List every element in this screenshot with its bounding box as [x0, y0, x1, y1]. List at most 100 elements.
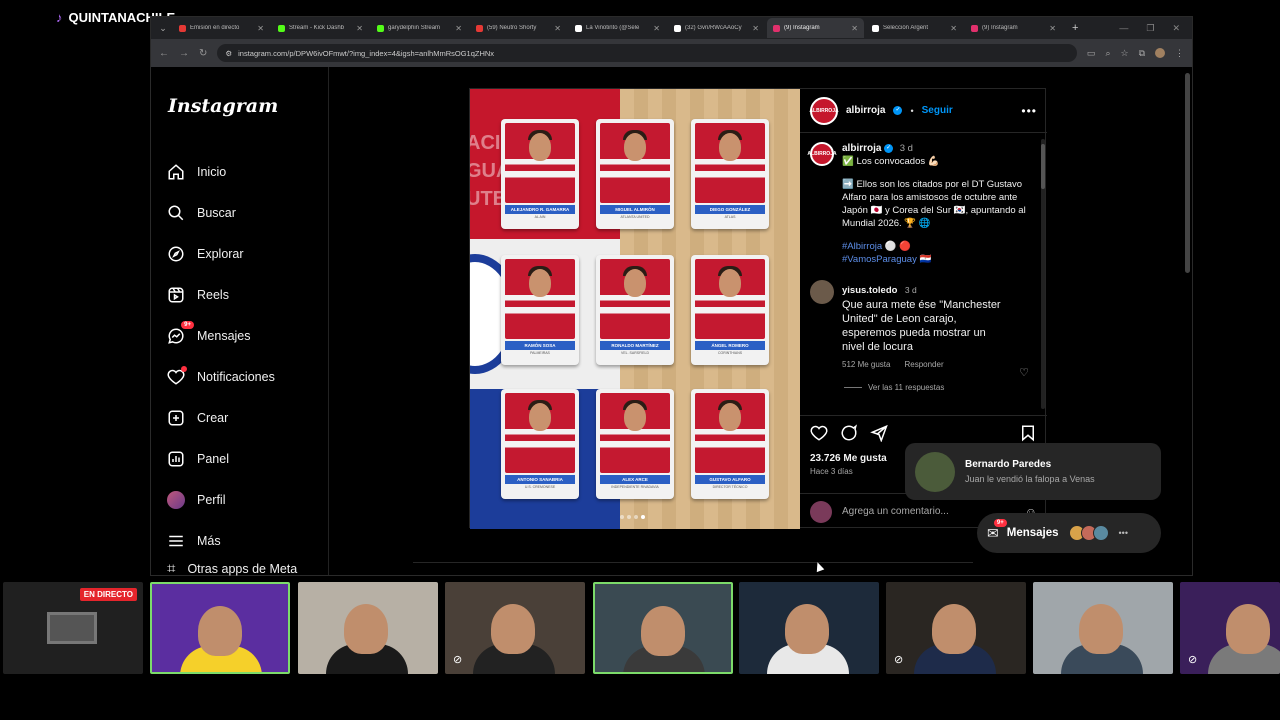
caption: ALBIRROJA albirroja ✓ 3 d ✅ Los convocad…	[807, 142, 1037, 266]
tab-close-icon[interactable]: ✕	[950, 24, 957, 33]
share-icon[interactable]	[870, 424, 888, 447]
tab-close-icon[interactable]: ✕	[851, 24, 858, 33]
hashtag-link[interactable]: #Albirroja ⚪ 🔴	[842, 240, 1037, 253]
reply-button[interactable]: Responder	[904, 360, 943, 369]
player-card: ALEJANDRO R. GAMARRA AL AIN	[501, 119, 579, 229]
stream-cameras: EN DIRECTO ⊘ ⊘ ⊘	[0, 582, 1280, 676]
view-replies-link[interactable]: Ver las 11 respuestas	[844, 383, 1037, 392]
webcam-feed	[150, 582, 290, 674]
sidebar-item-explorar[interactable]: Explorar	[167, 233, 275, 274]
like-heart-icon[interactable]	[810, 424, 828, 447]
site-info-icon[interactable]: ⚙	[225, 49, 232, 58]
browser-tab[interactable]: Stream - Kick Dashb ✕	[272, 18, 369, 38]
sidebar-item-perfil[interactable]: Perfil	[167, 479, 275, 520]
comment-input[interactable]: Agrega un comentario...	[842, 506, 949, 517]
player-name: ALEX ARCE	[600, 475, 670, 484]
live-badge: EN DIRECTO	[79, 588, 137, 601]
avatar[interactable]: ALBIRROJA	[807, 142, 837, 166]
player-name: ALEJANDRO R. GAMARRA	[505, 205, 575, 214]
zoom-icon[interactable]: ⌕	[1105, 48, 1110, 59]
messenger-icon: ✉ 9+	[987, 518, 1007, 542]
avatar[interactable]: ALBIRROJA	[809, 96, 839, 125]
browser-tab[interactable]: La Vinotinto (@Sele ✕	[569, 18, 666, 38]
close-window-icon[interactable]: ✕	[1172, 23, 1180, 34]
comments-scrollbar[interactable]	[1041, 139, 1045, 409]
page-scrollbar[interactable]	[1185, 73, 1190, 273]
player-photo	[695, 393, 765, 473]
browser-tab[interactable]: (9) Instagram ✕	[767, 18, 864, 38]
back-icon[interactable]: ←	[159, 48, 169, 59]
comment-text: Que aura mete ése "Manchester United" de…	[842, 299, 1001, 353]
browser-tab[interactable]: (32) Gvn/RWcAAoCy ✕	[668, 18, 765, 38]
browser-tab[interactable]: (9) Instagram ✕	[965, 18, 1062, 38]
notification-message: Juan le vendió la falopa a Venas	[965, 474, 1095, 484]
sidebar-nav: Inicio Buscar Explorar Reels 9+ Mensajes Notif…	[167, 151, 275, 561]
message-notification[interactable]: Bernardo Paredes Juan le vendió la falop…	[905, 443, 1161, 500]
tab-close-icon[interactable]: ✕	[257, 24, 264, 33]
notification-badge: 9+	[181, 320, 194, 329]
webcam-feed	[298, 582, 438, 674]
webcam-feed	[593, 582, 733, 674]
browser-tab[interactable]: garydelphin Stream ✕	[371, 18, 468, 38]
sidebar-item-panel[interactable]: Panel	[167, 438, 275, 479]
sidebar-item-buscar[interactable]: Buscar	[167, 192, 275, 233]
cast-icon[interactable]: ▭	[1087, 48, 1096, 59]
sidebar-item-label: Crear	[197, 410, 229, 425]
browser-tab[interactable]: Selección Argent ✕	[866, 18, 963, 38]
tab-close-icon[interactable]: ✕	[1049, 24, 1056, 33]
tab-search-icon[interactable]: ⌄	[155, 20, 171, 36]
tab-close-icon[interactable]: ✕	[554, 24, 561, 33]
instagram-logo[interactable]: Instagram	[168, 95, 278, 117]
sidebar-item-ms[interactable]: Más	[167, 520, 275, 561]
bookmark-star-icon[interactable]: ☆	[1120, 48, 1128, 59]
tab-favicon	[278, 24, 285, 32]
player-club: U.S. CREMONESE	[524, 485, 556, 489]
more-options-icon[interactable]: •••	[1021, 104, 1037, 118]
comment-bubble-icon[interactable]	[840, 424, 858, 447]
avatar	[915, 451, 955, 492]
browser-window: ⌄ Emisión en directo ✕ Stream - Kick Dashb…	[150, 16, 1193, 577]
comment-like-icon[interactable]: ♡	[1019, 366, 1029, 379]
new-tab-button[interactable]: +	[1064, 22, 1086, 34]
url-field[interactable]: ⚙ instagram.com/p/DPW6ivOFmwt/?img_index…	[217, 44, 1077, 62]
sidebar-item-crear[interactable]: Crear	[167, 397, 275, 438]
player-club: DIRECTOR TÉCNICO	[712, 485, 748, 489]
reload-icon[interactable]: ↻	[199, 48, 207, 59]
sidebar-item-notificaciones[interactable]: Notificaciones	[167, 356, 275, 397]
sidebar-item-mensajes[interactable]: 9+ Mensajes	[167, 315, 275, 356]
person-head	[1226, 604, 1270, 654]
browser-tab[interactable]: (59) Neutro Shorty ✕	[470, 18, 567, 38]
instagram-sidebar: Instagram Inicio Buscar Explorar Reels 9+ Men…	[151, 67, 329, 577]
person-head	[1079, 604, 1123, 654]
tab-close-icon[interactable]: ✕	[752, 24, 759, 33]
caption-author[interactable]: albirroja	[842, 143, 881, 154]
sidebar-item-reels[interactable]: Reels	[167, 274, 275, 315]
restore-icon[interactable]: ❐	[1146, 23, 1154, 34]
comment-author[interactable]: yisus.toledo	[842, 285, 897, 296]
tab-close-icon[interactable]: ✕	[356, 24, 363, 33]
sidebar-item-other-apps[interactable]: ⌗ Otras apps de Meta	[167, 560, 297, 577]
messages-button[interactable]: ✉ 9+ Mensajes •••	[977, 513, 1161, 553]
sidebar-item-label: Más	[197, 533, 221, 548]
avatar[interactable]	[810, 280, 834, 304]
comment-likes[interactable]: 512 Me gusta	[842, 360, 890, 369]
extensions-icon[interactable]: ⧉	[1139, 48, 1145, 59]
profile-avatar[interactable]	[1155, 48, 1165, 58]
browser-tab[interactable]: Emisión en directo ✕	[173, 18, 270, 38]
tab-favicon	[377, 24, 384, 32]
tab-close-icon[interactable]: ✕	[653, 24, 660, 33]
player-name: RONALDO MARTÍNEZ	[600, 341, 670, 350]
url-text: instagram.com/p/DPW6ivOFmwt/?img_index=4…	[238, 48, 495, 58]
comment: yisus.toledo 3 d Que aura mete ése "Manc…	[810, 280, 1037, 369]
post-image[interactable]: ACI GUA UTB ALEJANDRO R. GAMARRA AL AIN MI…	[470, 89, 800, 529]
post-author[interactable]: albirroja	[846, 105, 885, 116]
minimize-icon[interactable]: —	[1119, 23, 1128, 34]
sidebar-item-inicio[interactable]: Inicio	[167, 151, 275, 192]
more-icon: •••	[1118, 528, 1128, 538]
browser-menu-icon[interactable]: ⋮	[1175, 48, 1184, 59]
tab-close-icon[interactable]: ✕	[455, 24, 462, 33]
hashtag-link[interactable]: #VamosParaguay 🇵🇾	[842, 253, 1037, 266]
follow-button[interactable]: Seguir	[922, 105, 953, 116]
forward-icon[interactable]: →	[179, 48, 189, 59]
heart-icon	[167, 365, 187, 386]
